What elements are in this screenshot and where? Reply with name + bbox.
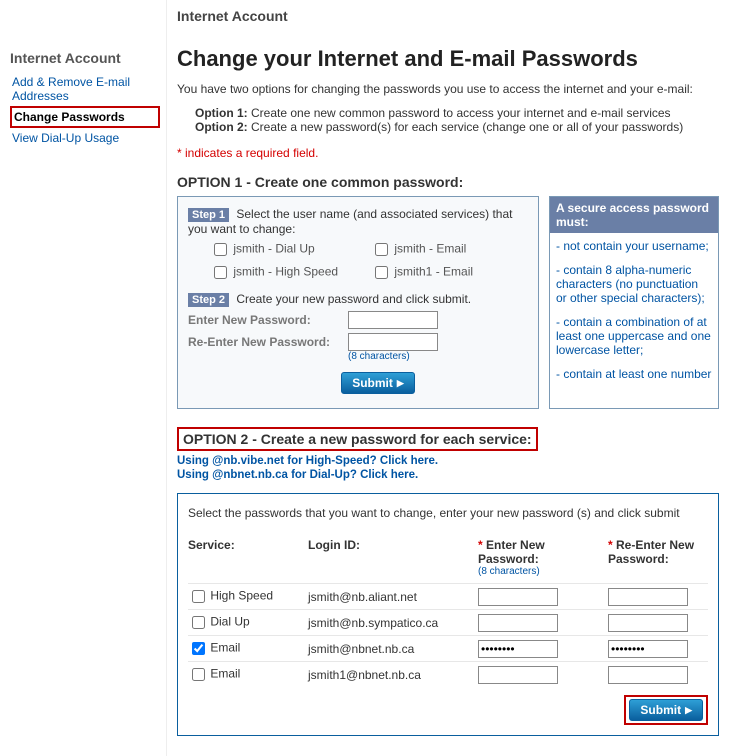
reenter-password-input[interactable] (608, 666, 688, 684)
service-checkbox-dialup[interactable] (192, 616, 205, 629)
login-id: jsmith@nb.aliant.net (308, 584, 478, 610)
table-row: High Speed jsmith@nb.aliant.net (188, 584, 708, 610)
option2-heading: OPTION 2 - Create a new password for eac… (183, 431, 532, 447)
account-checkbox-highspeed[interactable] (214, 266, 227, 279)
dialup-alt-link[interactable]: Using @nbnet.nb.ca for Dial-Up? Click he… (177, 469, 719, 481)
password-rule: - contain 8 alpha-numeric characters (no… (556, 263, 712, 305)
service-checkbox-highspeed[interactable] (192, 590, 205, 603)
step1-badge: Step 1 (188, 208, 229, 222)
login-id: jsmith@nbnet.nb.ca (308, 636, 478, 662)
password-rules-panel: A secure access password must: - not con… (549, 196, 719, 409)
new-password-input[interactable] (478, 588, 558, 606)
reenter-password-input[interactable] (608, 588, 688, 606)
option1-heading: OPTION 1 - Create one common password: (177, 174, 719, 190)
reenter-password-input[interactable] (608, 614, 688, 632)
password-rules-heading: A secure access password must: (550, 197, 718, 233)
col-service: Service: (188, 538, 308, 584)
triangle-right-icon: ▶ (397, 378, 404, 389)
option2-intro: Select the passwords that you want to ch… (188, 506, 708, 520)
account-label: jsmith - High Speed (233, 265, 338, 279)
account-checkbox-dialup[interactable] (214, 243, 227, 256)
sidebar-item-add-remove-email[interactable]: Add & Remove E-mail Addresses (10, 72, 160, 106)
services-table: Service: Login ID: * Enter New Password:… (188, 538, 708, 687)
reenter-password-input[interactable] (608, 640, 688, 658)
sidebar-heading: Internet Account (10, 50, 160, 66)
enter-password-input[interactable] (348, 311, 438, 329)
step2-text: Create your new password and click submi… (233, 292, 471, 306)
password-rule: - contain a combination of at least one … (556, 315, 712, 357)
account-checkbox-email2[interactable] (375, 266, 388, 279)
login-id: jsmith1@nbnet.nb.ca (308, 662, 478, 688)
account-label: jsmith - Email (394, 242, 466, 256)
account-label: jsmith1 - Email (394, 265, 473, 279)
options-intro: Option 1: Create one new common password… (195, 106, 719, 134)
option2-panel: Select the passwords that you want to ch… (177, 493, 719, 736)
triangle-right-icon: ▶ (685, 705, 692, 716)
account-checkbox-email[interactable] (375, 243, 388, 256)
option2-desc: Create a new password(s) for each servic… (248, 120, 684, 134)
reenter-password-input[interactable] (348, 333, 438, 351)
step2-badge: Step 2 (188, 293, 229, 307)
new-password-input[interactable] (478, 614, 558, 632)
option1-panel: Step 1 Select the user name (and associa… (177, 196, 539, 409)
service-name: Dial Up (210, 615, 249, 629)
service-name: High Speed (210, 589, 273, 603)
enter-password-label: Enter New Password: (188, 313, 348, 327)
option1-desc: Create one new common password to access… (248, 106, 671, 120)
new-password-input[interactable] (478, 666, 558, 684)
option2-submit-button[interactable]: Submit ▶ (629, 699, 703, 721)
sidebar-item-change-passwords[interactable]: Change Passwords (10, 106, 160, 128)
service-name: Email (210, 641, 240, 655)
intro-text: You have two options for changing the pa… (177, 82, 719, 96)
char-hint: (8 characters) (348, 351, 528, 362)
new-password-input[interactable] (478, 640, 558, 658)
submit-label: Submit (640, 703, 681, 717)
breadcrumb: Internet Account (177, 8, 719, 24)
required-field-note: * indicates a required field. (177, 146, 719, 160)
table-row: Email jsmith1@nbnet.nb.ca (188, 662, 708, 688)
col-reenter-pw: * Re-Enter New Password: (608, 538, 708, 584)
option1-label: Option 1: (195, 106, 248, 120)
reenter-password-label: Re-Enter New Password: (188, 335, 348, 349)
option2-label: Option 2: (195, 120, 248, 134)
table-row: Email jsmith@nbnet.nb.ca (188, 636, 708, 662)
service-checkbox-email2[interactable] (192, 668, 205, 681)
sidebar-item-view-dialup-usage[interactable]: View Dial-Up Usage (10, 128, 160, 148)
password-rule: - contain at least one number (556, 367, 712, 381)
main-content: Internet Account Change your Internet an… (167, 0, 729, 756)
service-checkbox-email[interactable] (192, 642, 205, 655)
login-id: jsmith@nb.sympatico.ca (308, 610, 478, 636)
submit-label: Submit (352, 376, 393, 390)
step1-text: Select the user name (and associated ser… (188, 207, 513, 236)
account-label: jsmith - Dial Up (233, 242, 314, 256)
option1-submit-button[interactable]: Submit ▶ (341, 372, 415, 394)
sidebar: Internet Account Add & Remove E-mail Add… (0, 0, 167, 756)
highspeed-alt-link[interactable]: Using @nb.vibe.net for High-Speed? Click… (177, 455, 719, 467)
password-rule: - not contain your username; (556, 239, 712, 253)
col-new-pw: * Enter New Password: (8 characters) (478, 538, 608, 584)
service-name: Email (210, 667, 240, 681)
table-row: Dial Up jsmith@nb.sympatico.ca (188, 610, 708, 636)
page-title: Change your Internet and E-mail Password… (177, 46, 719, 72)
col-login: Login ID: (308, 538, 478, 584)
